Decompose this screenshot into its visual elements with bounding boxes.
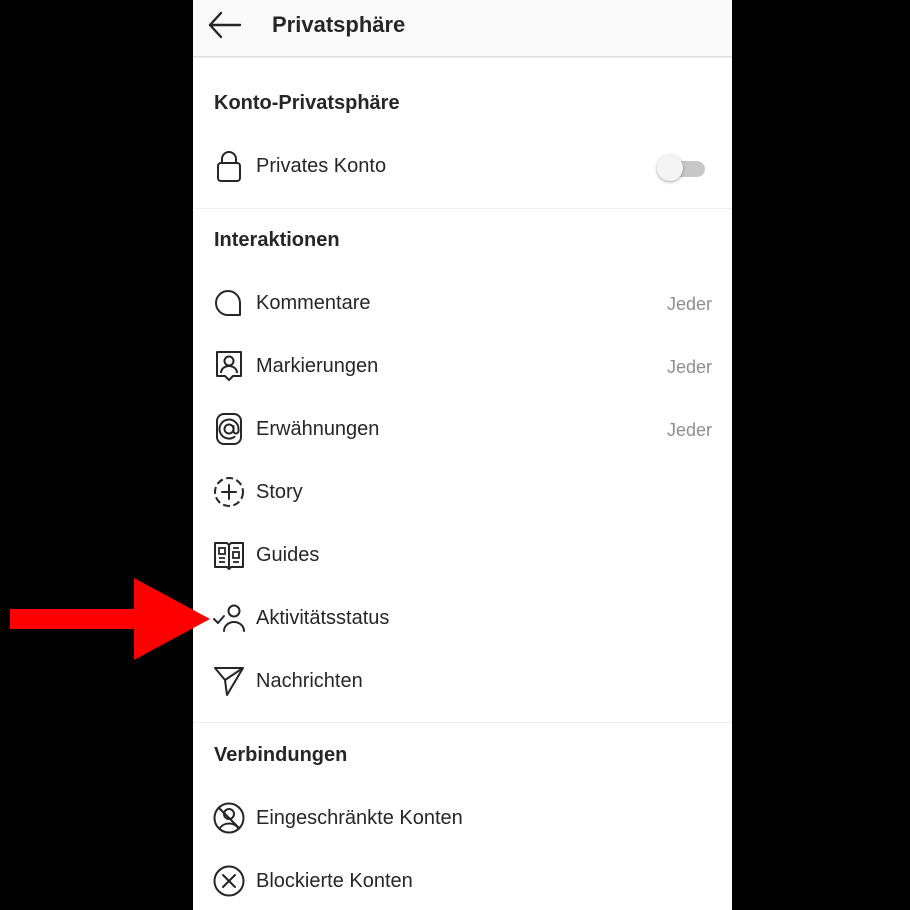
- section-title-connections: Verbindungen: [214, 744, 348, 766]
- settings-item-messages[interactable]: Nachrichten: [193, 652, 732, 708]
- section-divider: [193, 722, 732, 723]
- blocked-icon: [212, 864, 246, 898]
- private-account-label: Privates Konto: [256, 155, 387, 177]
- section-title-interactions: Interaktionen: [214, 229, 340, 251]
- settings-item-label: Erwähnungen: [256, 418, 380, 440]
- private-account-toggle[interactable]: [657, 155, 707, 181]
- comment-icon: [212, 286, 246, 320]
- settings-item-activity-status[interactable]: Aktivitätsstatus: [193, 589, 732, 645]
- back-button[interactable]: [207, 10, 243, 40]
- at-sign-icon: [212, 412, 246, 446]
- settings-item-story[interactable]: Story: [193, 463, 732, 519]
- settings-item-tags[interactable]: Markierungen Jeder: [193, 337, 732, 393]
- settings-item-comments[interactable]: Kommentare Jeder: [193, 274, 732, 330]
- settings-item-label: Nachrichten: [256, 670, 363, 692]
- settings-item-guides[interactable]: Guides: [193, 526, 732, 582]
- section-title-account-privacy: Konto-Privatsphäre: [214, 92, 400, 114]
- tag-person-icon: [212, 349, 246, 383]
- restricted-icon: [212, 801, 246, 835]
- settings-item-blocked-accounts[interactable]: Blockierte Konten: [193, 852, 732, 908]
- guides-icon: [212, 538, 246, 572]
- private-account-row[interactable]: Privates Konto: [193, 137, 732, 193]
- privacy-settings-screen: Privatsphäre Konto-Privatsphäre Privates…: [193, 0, 732, 910]
- story-add-icon: [212, 475, 246, 509]
- settings-item-label: Markierungen: [256, 355, 379, 377]
- toggle-knob: [657, 155, 683, 181]
- settings-item-label: Story: [256, 481, 303, 503]
- settings-item-label: Aktivitätsstatus: [256, 607, 390, 629]
- settings-item-value: Jeder: [666, 294, 712, 314]
- annotation-arrow-icon: [10, 578, 210, 660]
- settings-item-mentions[interactable]: Erwähnungen Jeder: [193, 400, 732, 456]
- settings-item-label: Guides: [256, 544, 320, 566]
- top-bar: Privatsphäre: [193, 0, 732, 57]
- settings-item-value: Jeder: [666, 357, 712, 377]
- arrow-left-icon: [208, 11, 242, 39]
- activity-status-icon: [212, 601, 246, 635]
- paper-plane-icon: [212, 664, 246, 698]
- settings-item-value: Jeder: [666, 420, 712, 440]
- settings-item-label: Blockierte Konten: [256, 870, 413, 892]
- settings-item-label: Eingeschränkte Konten: [256, 807, 463, 829]
- settings-item-label: Kommentare: [256, 292, 371, 314]
- settings-item-restricted-accounts[interactable]: Eingeschränkte Konten: [193, 789, 732, 845]
- page-title: Privatsphäre: [272, 12, 406, 37]
- lock-icon: [212, 149, 246, 183]
- section-divider: [193, 208, 732, 209]
